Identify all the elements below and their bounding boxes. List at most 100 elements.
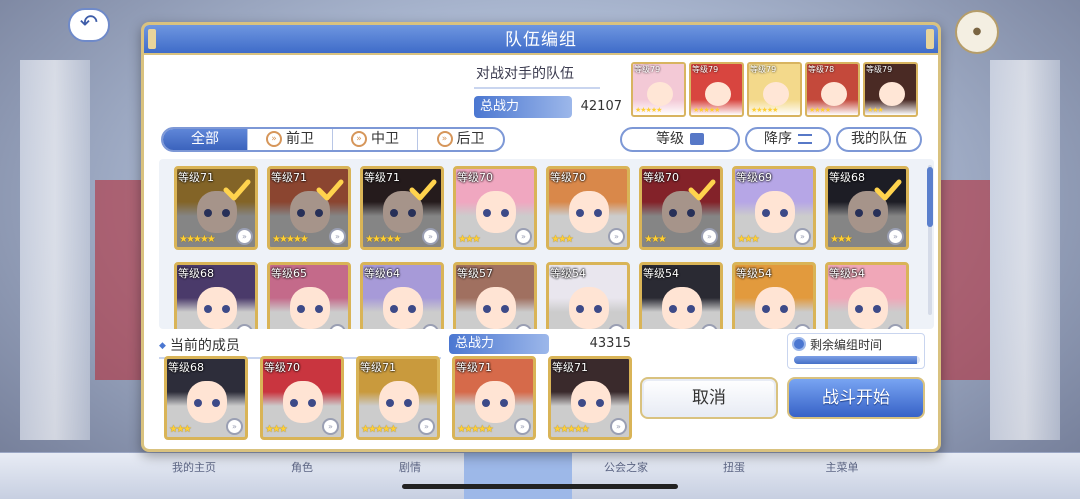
character-level: 等级79 (750, 65, 777, 74)
character-face (475, 381, 515, 423)
character-eye (212, 399, 220, 407)
character-level: 等级78 (808, 65, 835, 74)
character-card[interactable]: 等级54★★★» (546, 262, 630, 329)
nav-item-menu[interactable]: 主菜单 (788, 453, 896, 499)
character-eye (408, 209, 416, 217)
opponent-character-card: 等级78 ★★★★ (805, 62, 860, 117)
filter-all[interactable]: 全部 (163, 129, 248, 150)
character-stars: ★★★★★ (751, 106, 778, 114)
character-card[interactable]: 等级71 ★★★★★ » (360, 166, 444, 250)
level-icon (690, 133, 704, 145)
character-eye (669, 305, 677, 313)
character-card[interactable]: 等级71 ★★★★★ » (452, 356, 536, 440)
character-level: 等级64 (364, 267, 400, 280)
character-card[interactable]: 等级65★★★» (267, 262, 351, 329)
character-level: 等级70 (550, 171, 586, 184)
character-face (187, 381, 227, 423)
character-card[interactable]: 等级68★★★» (164, 356, 248, 440)
bg-pillar-left (20, 60, 90, 440)
character-card[interactable]: 等级54★★★» (732, 262, 816, 329)
timer-label: 剩余编组时间 (810, 338, 883, 352)
character-card[interactable]: 等级70 ★★★ » (546, 166, 630, 250)
character-card[interactable]: 等级71 ★★★★★ » (174, 166, 258, 250)
nav-item-gacha[interactable]: 扭蛋 (680, 453, 788, 499)
character-face (379, 381, 419, 423)
filter-all-label: 全部 (191, 131, 219, 147)
character-card[interactable]: 等级70 ★★★ » (639, 166, 723, 250)
nav-item-battle[interactable] (464, 453, 572, 499)
timer-bar (794, 356, 920, 364)
character-level: 等级68 (829, 171, 865, 184)
character-eye (390, 209, 398, 217)
nav-item-home[interactable]: 我的主页 (140, 453, 248, 499)
character-face (476, 191, 516, 233)
character-eye (390, 305, 398, 313)
current-members: 等级68 ★★★» 等级70 ★★★» 等级71 ★★★★★» 等级71 ★★★★★» 等级71… (164, 356, 632, 440)
opponent-power-label: 总战力 (474, 96, 572, 118)
character-stars: ★★★ (644, 234, 667, 245)
menu-icon[interactable]: ● (955, 10, 999, 54)
opponent-power-value: 42107 (580, 99, 622, 114)
character-card[interactable]: 等级71 ★★★★★ » (548, 356, 632, 440)
character-card[interactable]: 等级64★★★» (360, 262, 444, 329)
character-card[interactable]: 等级68★★★» (825, 166, 909, 250)
filter-back[interactable]: » 后卫 (418, 129, 503, 150)
team-power-label: 总战力 (449, 334, 549, 354)
character-card[interactable]: 等级70 ★★★ » (453, 166, 537, 250)
filter-front[interactable]: » 前卫 (248, 129, 333, 150)
dialog-title: 队伍编组 (505, 30, 577, 50)
character-card[interactable]: 等级71 ★★★★★ » (267, 166, 351, 250)
character-level: 等级71 (364, 171, 400, 184)
character-eye (762, 305, 770, 313)
character-card[interactable]: 等级68★★★» (174, 262, 258, 329)
back-button[interactable]: ↶ (68, 8, 110, 42)
character-stars: ★★★★★ (457, 424, 494, 435)
selected-check-icon (223, 179, 251, 201)
cancel-button[interactable]: 取消 (640, 377, 778, 419)
level-sort-button[interactable]: 等级 (620, 127, 740, 152)
character-eye (308, 399, 316, 407)
nav-item-guild[interactable]: 公会之家 (572, 453, 680, 499)
opponent-character-card: 等级79 ★★★★★ (689, 62, 744, 117)
opponent-character-card: 等级79 ★★★ (863, 62, 918, 117)
nav-item-story[interactable]: 剧情 (356, 453, 464, 499)
character-eye (594, 209, 602, 217)
filter-back-label: 后卫 (456, 131, 485, 147)
character-card[interactable]: 等级70 ★★★ » (260, 356, 344, 440)
character-card[interactable]: 等级57★★★» (453, 262, 537, 329)
character-level: 等级69 (736, 171, 772, 184)
character-eye (194, 399, 202, 407)
character-face (755, 191, 795, 233)
home-indicator[interactable] (402, 484, 678, 489)
character-face (290, 287, 330, 329)
character-eye (408, 305, 416, 313)
nav-item-characters[interactable]: 角色 (248, 453, 356, 499)
character-card[interactable]: 等级54★★★» (825, 262, 909, 329)
character-stars: ★★★★★ (179, 234, 216, 245)
character-face (879, 82, 905, 106)
bg-pillar-right (990, 60, 1060, 440)
character-stars: ★★★★★ (693, 106, 720, 114)
character-level: 等级57 (457, 267, 493, 280)
order-button[interactable]: 降序 (745, 127, 831, 152)
middle-position-icon: » (351, 131, 367, 147)
character-level: 等级79 (866, 65, 893, 74)
character-face (476, 287, 516, 329)
my-team-button[interactable]: 我的队伍 (836, 127, 922, 152)
my-team-label: 我的队伍 (851, 131, 907, 147)
character-stars: ★★★★★ (635, 106, 662, 114)
character-eye (762, 209, 770, 217)
position-icon: » (514, 418, 531, 435)
start-battle-button[interactable]: 战斗开始 (787, 377, 925, 419)
roster-scroll-thumb[interactable] (927, 167, 933, 227)
position-icon: » (608, 324, 625, 329)
position-icon: » (887, 324, 904, 329)
character-level: 等级79 (692, 65, 719, 74)
character-card[interactable]: 等级71 ★★★★★ » (356, 356, 440, 440)
header-ornament-left (148, 29, 156, 49)
bottom-nav: 我的主页 角色 剧情 公会之家 扭蛋 主菜单 (0, 452, 1080, 499)
filter-middle[interactable]: » 中卫 (333, 129, 418, 150)
character-stars: ★★★ (265, 424, 288, 435)
character-card[interactable]: 等级69 ★★★ » (732, 166, 816, 250)
character-card[interactable]: 等级54★★★» (639, 262, 723, 329)
